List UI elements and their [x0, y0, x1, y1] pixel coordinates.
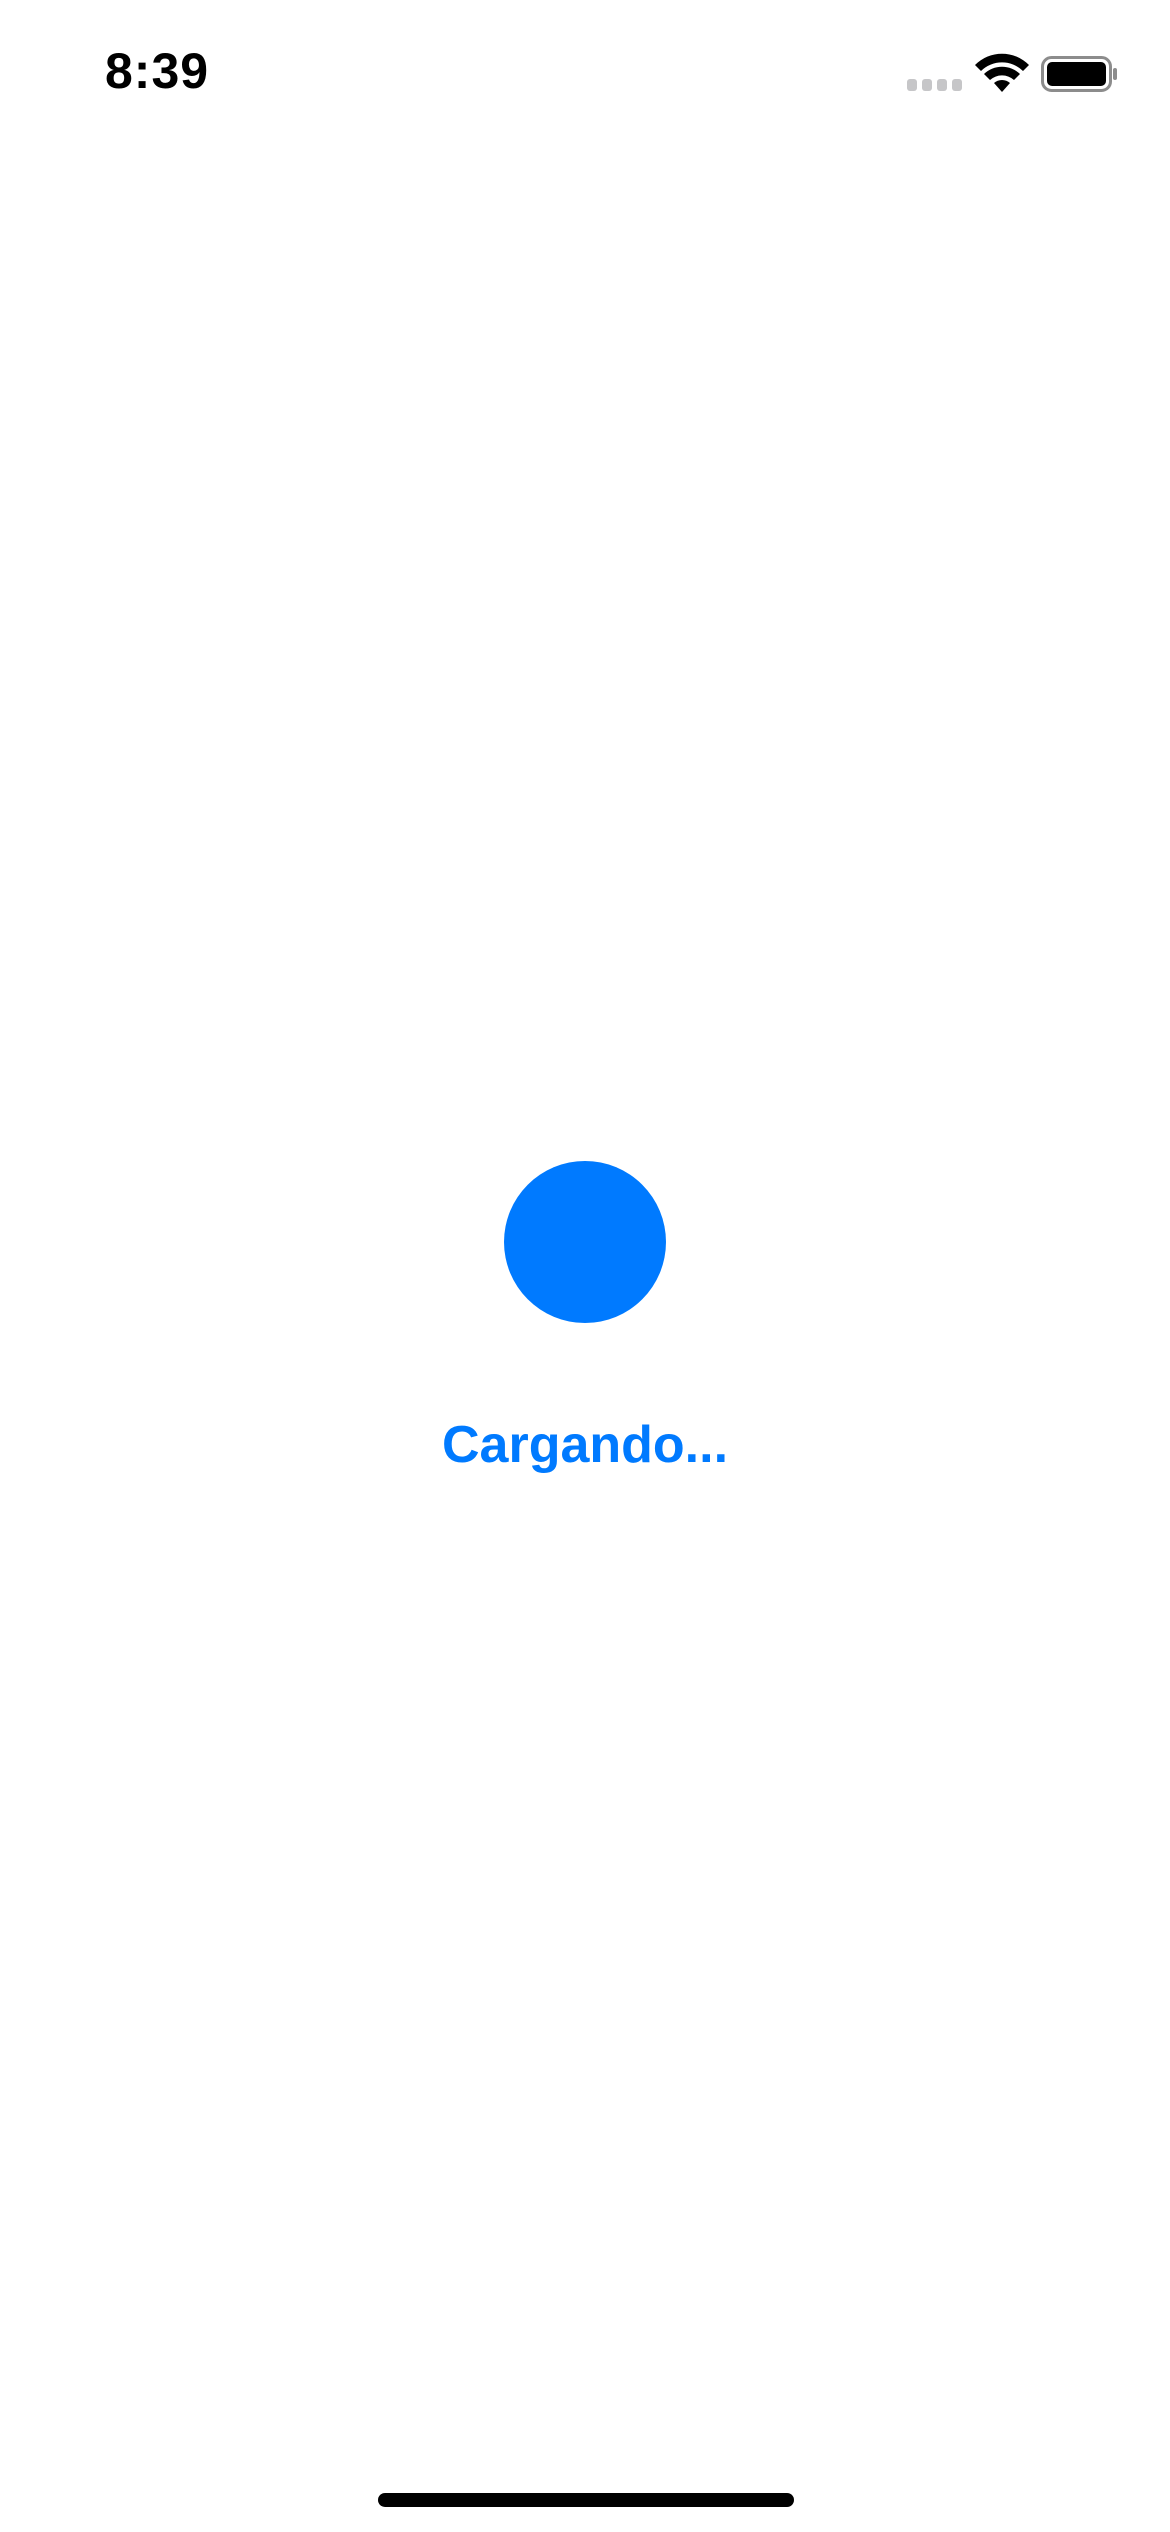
loading-indicator [504, 1161, 666, 1323]
home-indicator[interactable] [378, 2493, 794, 2507]
wifi-icon [975, 53, 1029, 92]
loading-label: Cargando... [441, 1416, 729, 1474]
cellular-signal-icon [907, 79, 963, 93]
battery-icon [1041, 56, 1117, 92]
status-bar: 8:39 [0, 0, 1170, 150]
loading-screen: 8:39 Cargando... [0, 0, 1170, 2532]
status-time: 8:39 [105, 43, 210, 99]
